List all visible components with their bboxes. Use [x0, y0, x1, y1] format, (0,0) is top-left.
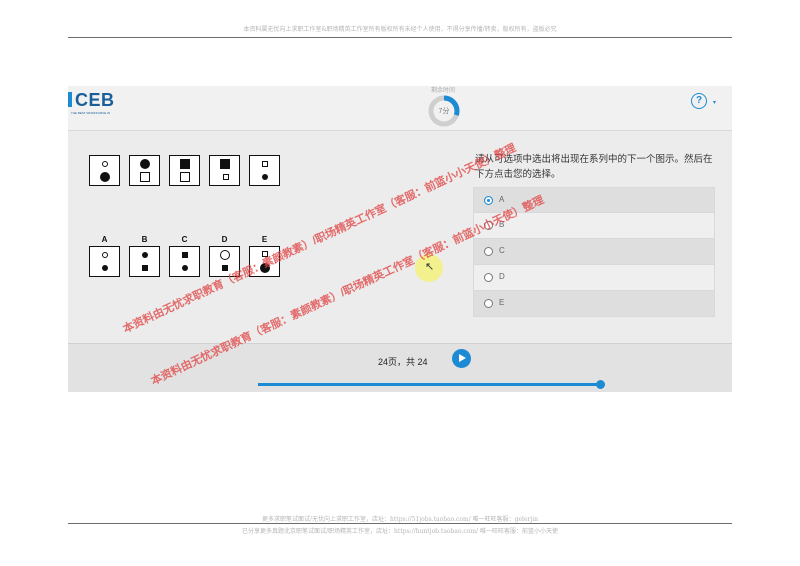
option-letter-d: D [221, 235, 228, 244]
radio-button[interactable] [484, 299, 493, 308]
small-open-square [262, 161, 268, 167]
option-figure-a [89, 246, 120, 277]
radio-button[interactable] [484, 247, 493, 256]
large-filled-circle [140, 159, 150, 169]
help-button[interactable]: ? [691, 93, 707, 109]
large-filled-square [220, 159, 230, 169]
answer-option-label: D [499, 272, 505, 281]
chevron-down-icon[interactable]: ▾ [713, 99, 716, 106]
answer-option-e[interactable]: E [473, 291, 715, 317]
mouse-cursor-icon: ↖ [425, 261, 435, 273]
page-indicator: 24页，共 24 [378, 357, 428, 367]
answer-option-label: C [499, 246, 505, 255]
small-open-circle [102, 252, 108, 258]
option-letter-e: E [261, 235, 268, 244]
radio-button-selected[interactable] [484, 196, 493, 205]
test-screenshot: CEB THE BEST WORKFORCE IN 剩余时间 7分 ? ▾ A … [68, 86, 732, 392]
next-page-button[interactable] [452, 349, 471, 368]
answer-option-label: A [499, 195, 505, 204]
series-figure-1 [89, 155, 120, 186]
large-open-square [140, 172, 150, 182]
series-figure-3 [169, 155, 200, 186]
large-open-square [180, 172, 190, 182]
header-rule [68, 37, 732, 38]
small-filled-circle [142, 252, 148, 258]
series-figure-2 [129, 155, 160, 186]
small-filled-circle [182, 265, 188, 271]
large-filled-square [180, 159, 190, 169]
app-topbar: CEB THE BEST WORKFORCE IN 剩余时间 7分 ? ▾ [68, 86, 732, 131]
small-open-square [223, 174, 229, 180]
small-open-circle [102, 161, 108, 167]
document-footer-line-2: 已分享更多真题北京职笔试面试/职场精英工作室，店址：https://huntjo… [242, 528, 558, 535]
large-filled-circle [100, 172, 110, 182]
logo-mark [68, 92, 72, 107]
option-letter-a: A [101, 235, 108, 244]
progress-handle [596, 380, 605, 389]
option-letter-b: B [141, 235, 148, 244]
document-footer-line-1: 更多求职笔试面试/无忧向上求职工作室，店址：https://51jobs.tao… [261, 516, 539, 523]
answer-option-c[interactable]: C [473, 239, 715, 265]
logo-subtitle: THE BEST WORKFORCE IN [71, 111, 111, 115]
footer-rule [68, 523, 732, 524]
progress-bar [258, 383, 602, 386]
option-figure-b [129, 246, 160, 277]
small-filled-square [222, 265, 228, 271]
timer-label: 剩余时间 [430, 88, 455, 94]
series-figure-4 [209, 155, 240, 186]
series-figure-5 [249, 155, 280, 186]
small-filled-square [142, 265, 148, 271]
small-filled-circle [102, 265, 108, 271]
option-letter-c: C [181, 235, 188, 244]
timer-value: 7分 [438, 108, 450, 115]
small-filled-square [182, 252, 188, 258]
radio-button[interactable] [484, 273, 493, 282]
document-header: 本资料属无忧向上求职工作室&职场精英工作室所有版权所有未经个人使用，不得分享传播… [243, 26, 557, 33]
small-filled-circle [262, 174, 268, 180]
large-open-circle [220, 250, 230, 260]
logo-text: CEB [75, 90, 115, 110]
option-figure-c [169, 246, 200, 277]
answer-option-d[interactable]: D [473, 265, 715, 291]
answer-option-label: E [499, 298, 505, 307]
